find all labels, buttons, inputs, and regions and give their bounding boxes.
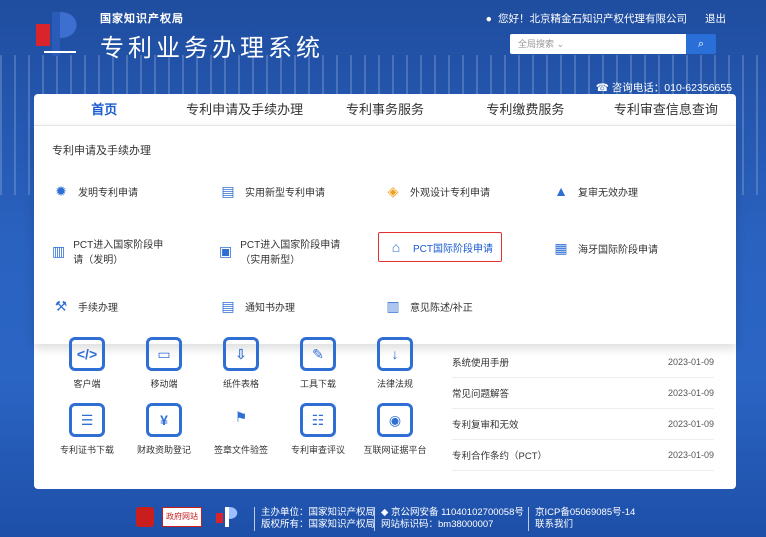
menu-item-procedures[interactable]: ⚒ 手续办理 <box>52 297 118 315</box>
person-icon: ▲ <box>554 183 568 199</box>
form-icon: ▦ <box>554 239 568 256</box>
system-title: 专利业务办理系统 <box>100 35 324 62</box>
tool-client[interactable]: </> 客户端 <box>52 337 122 390</box>
menu-item-utility-model[interactable]: ▤ 实用新型专利申请 <box>219 182 325 200</box>
notice-item[interactable]: 常见问题解答 2023-01-09 <box>452 378 714 409</box>
stamp-icon: ⚑ <box>234 409 248 425</box>
evidence-icon: ◉ <box>377 403 413 437</box>
party-emblem-icon <box>136 507 154 527</box>
tool-verify-signature[interactable]: ⚑ 签章文件验签 <box>206 403 276 456</box>
menu-item-pct-international[interactable]: ⌂ PCT国际阶段申请 <box>378 232 502 262</box>
box-icon: ▣ <box>219 242 233 259</box>
footer: 政府网站 主办单位：国家知识产权局 版权所有：国家知识产权局 ◆ 京公网安备 11… <box>0 495 766 537</box>
search-input[interactable]: 全局搜索 ⌄ <box>510 34 686 54</box>
dropdown-title: 专利申请及手续办理 <box>52 145 151 157</box>
nav-application[interactable]: 专利申请及手续办理 <box>174 95 314 125</box>
police-badge-icon: ◆ <box>381 507 391 518</box>
global-search: 全局搜索 ⌄ ⌕ <box>510 34 716 54</box>
user-greeting: 您好！北京精金石知识产权代理有限公司 <box>498 13 687 25</box>
menu-item-reexamination[interactable]: ▲ 复审无效办理 <box>552 182 638 200</box>
user-icon: ● <box>485 12 492 25</box>
mobile-icon: ▭ <box>146 337 182 371</box>
notice-item[interactable]: 专利合作条约（PCT） 2023-01-09 <box>452 440 714 471</box>
tool-evidence[interactable]: ◉ 互联网证据平台 <box>360 403 430 456</box>
hotline-text: 咨询电话：010-62356655 <box>611 82 732 94</box>
menu-item-pct-national-invention[interactable]: ▥ PCT进入国家阶段申请（发明） <box>52 236 172 266</box>
search-button[interactable]: ⌕ <box>686 34 716 54</box>
building-icon: ▥ <box>52 242 66 259</box>
law-icon: ↓ <box>377 337 413 371</box>
nav-query[interactable]: 专利审查信息查询 <box>596 95 736 125</box>
org-name: 国家知识产权局 <box>100 13 184 25</box>
nav-affairs[interactable]: 专利事务服务 <box>315 95 455 125</box>
notice-item[interactable]: 专利复审和无效 2023-01-09 <box>452 409 714 440</box>
tool-mobile[interactable]: ▭ 移动端 <box>129 337 199 390</box>
header: 国家知识产权局 专利业务办理系统 ● 您好！北京精金石知识产权代理有限公司 退出… <box>0 0 766 94</box>
certificate-icon: ☰ <box>69 403 105 437</box>
search-icon: ⌕ <box>697 38 705 50</box>
menu-item-pct-national-utility[interactable]: ▣ PCT进入国家阶段申请（实用新型） <box>219 236 349 266</box>
contact-link[interactable]: 联系我们 <box>535 519 635 531</box>
cnipa-logo-icon <box>36 12 77 56</box>
menu-item-hague[interactable]: ▦ 海牙国际阶段申请 <box>552 239 658 257</box>
code-icon: </> <box>69 337 105 371</box>
tool-download-icon: ✎ <box>300 337 336 371</box>
hotline: ☎ 咨询电话：010-62356655 <box>596 80 732 95</box>
application-dropdown: 专利申请及手续办理 ✹ 发明专利申请 ▤ 实用新型专利申请 ◈ 外观设计专利申请 ▲ 复… <box>34 125 736 344</box>
gov-site-badge[interactable]: 政府网站 <box>162 507 202 527</box>
tool-certificate[interactable]: ☰ 专利证书下载 <box>52 403 122 456</box>
menu-item-invention[interactable]: ✹ 发明专利申请 <box>52 182 138 200</box>
notice-icon: ▤ <box>221 297 235 314</box>
chat-icon: ☷ <box>300 403 336 437</box>
footer-icp: 京ICP备05069085号-14 联系我们 <box>528 507 635 531</box>
menu-item-design[interactable]: ◈ 外观设计专利申请 <box>384 182 490 200</box>
download-form-icon: ⇩ <box>223 337 259 371</box>
puzzle-icon: ◈ <box>387 182 399 199</box>
footer-security: ◆ 京公网安备 11040102700058号 网站标识码：bm38000007 <box>374 507 524 531</box>
tool-review[interactable]: ☷ 专利审查评议 <box>283 403 353 456</box>
bank-icon: ⌂ <box>391 239 401 255</box>
tool-downloads[interactable]: ✎ 工具下载 <box>283 337 353 390</box>
notice-item[interactable]: 系统使用手册 2023-01-09 <box>452 347 714 378</box>
document-icon: ▤ <box>221 182 235 199</box>
nav-home[interactable]: 首页 <box>34 95 174 125</box>
file-icon: ▥ <box>386 297 400 314</box>
notice-list: 系统使用手册 2023-01-09 常见问题解答 2023-01-09 专利复审和无… <box>452 347 714 471</box>
logout-link[interactable]: 退出 <box>705 11 726 26</box>
menu-item-observations[interactable]: ▥ 意见陈述/补正 <box>384 297 472 315</box>
user-bar: ● 您好！北京精金石知识产权代理有限公司 退出 <box>486 11 726 26</box>
phone-icon: ☎ <box>595 82 612 94</box>
footer-sponsor: 主办单位：国家知识产权局 版权所有：国家知识产权局 <box>254 507 375 531</box>
menu-item-notices[interactable]: ▤ 通知书办理 <box>219 297 295 315</box>
icp-link[interactable]: 京ICP备05069085号-14 <box>535 507 635 519</box>
tool-funding[interactable]: ¥ 财政资助登记 <box>129 403 199 456</box>
quick-tools: </> 客户端 ▭ 移动端 ⇩ 纸件表格 ✎ 工具下载 ↓ 法律法规 ☰ 专利证书下载 ¥ 财… <box>34 337 736 489</box>
main-nav: 首页 专利申请及手续办理 专利事务服务 专利缴费服务 专利审查信息查询 <box>34 95 736 125</box>
nav-fees[interactable]: 专利缴费服务 <box>455 95 595 125</box>
footer-logo-icon <box>216 507 238 527</box>
gavel-icon: ⚒ <box>54 297 68 314</box>
lightbulb-icon: ✹ <box>55 182 67 199</box>
tool-paper-forms[interactable]: ⇩ 纸件表格 <box>206 337 276 390</box>
calendar-yuan-icon: ¥ <box>146 403 182 437</box>
tool-laws[interactable]: ↓ 法律法规 <box>360 337 430 390</box>
